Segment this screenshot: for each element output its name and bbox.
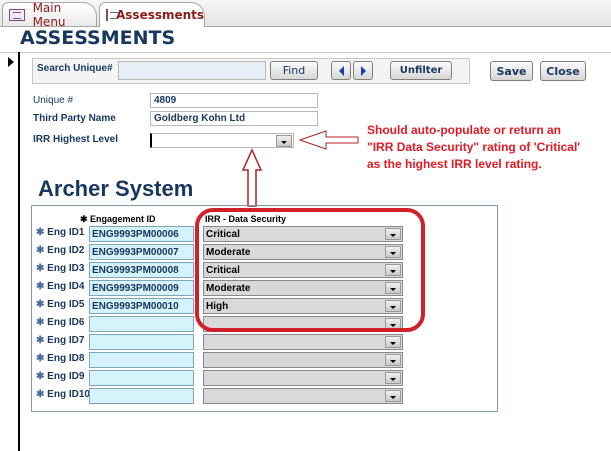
- engagement-id-field[interactable]: [89, 388, 194, 404]
- row-label: ✱ Eng ID7: [36, 335, 84, 346]
- engagement-row: ✱ Eng ID7: [32, 334, 452, 350]
- new-record-icon: ✱: [36, 227, 45, 238]
- row-label: ✱ Eng ID5: [36, 299, 84, 310]
- next-record-button[interactable]: [353, 61, 373, 80]
- irr-data-security-combo[interactable]: [203, 334, 403, 350]
- engagement-id-field[interactable]: [89, 334, 194, 350]
- tab-label: Main Menu: [32, 0, 66, 29]
- arrow-left-icon: [338, 65, 344, 76]
- row-label: ✱ Eng ID8: [36, 353, 84, 364]
- row-label-text: Eng ID2: [47, 245, 85, 256]
- form-icon: [9, 8, 25, 21]
- previous-record-button[interactable]: [331, 61, 351, 80]
- irr-data-security-combo[interactable]: [203, 388, 403, 404]
- chevron-down-icon[interactable]: [276, 135, 292, 147]
- row-label-text: Eng ID3: [47, 263, 85, 274]
- engagement-id-field[interactable]: ENG9993PM00009: [89, 280, 194, 296]
- section-title: Archer System: [38, 176, 194, 201]
- new-record-icon: ✱: [36, 371, 45, 382]
- row-label-text: Eng ID9: [47, 371, 85, 382]
- chevron-down-icon[interactable]: [385, 372, 401, 384]
- irr-highest-combo[interactable]: [150, 133, 294, 148]
- new-record-icon: ✱: [36, 353, 45, 364]
- engagement-row: ✱ Eng ID9: [32, 370, 452, 386]
- tab-label: Assessments: [116, 8, 205, 22]
- engagement-id-header-label: Engagement ID: [90, 214, 156, 224]
- engagement-id-header: ✱ Engagement ID: [80, 214, 156, 224]
- form-icon: [106, 9, 118, 21]
- row-label: ✱ Eng ID10: [36, 389, 90, 400]
- row-label: ✱ Eng ID9: [36, 371, 84, 382]
- tab-main-menu[interactable]: Main Menu: [2, 0, 97, 29]
- new-record-icon: ✱: [36, 317, 45, 328]
- engagement-id-field[interactable]: [89, 370, 194, 386]
- find-button[interactable]: Find: [270, 61, 318, 80]
- arrow-right-icon: [360, 65, 366, 76]
- row-label: ✱ Eng ID3: [36, 263, 84, 274]
- engagement-id-field[interactable]: [89, 316, 194, 332]
- row-label: ✱ Eng ID1: [36, 227, 84, 238]
- new-record-icon: ✱: [36, 335, 45, 346]
- row-label-text: Eng ID4: [47, 281, 85, 292]
- engagement-row: ✱ Eng ID8: [32, 352, 452, 368]
- close-button[interactable]: Close: [540, 61, 586, 81]
- row-label: ✱ Eng ID2: [36, 245, 84, 256]
- new-record-icon: ✱: [36, 281, 45, 292]
- unique-label: Unique #: [33, 95, 74, 106]
- irr-data-security-combo[interactable]: [203, 370, 403, 386]
- engagement-id-field[interactable]: ENG9993PM00007: [89, 244, 194, 260]
- chevron-down-icon[interactable]: [385, 354, 401, 366]
- row-label-text: Eng ID1: [47, 227, 85, 238]
- divider: [0, 52, 611, 53]
- search-label: Search Unique#: [37, 63, 113, 74]
- engagement-id-field[interactable]: ENG9993PM00010: [89, 298, 194, 314]
- unique-field[interactable]: 4809: [150, 93, 318, 108]
- third-party-field[interactable]: Goldberg Kohn Ltd: [150, 111, 318, 126]
- row-label-text: Eng ID6: [47, 317, 85, 328]
- new-record-icon: ✱: [36, 263, 45, 274]
- search-input[interactable]: [118, 61, 266, 80]
- annotation-note: Should auto-populate or return an "IRR D…: [367, 123, 581, 171]
- chevron-down-icon[interactable]: [385, 390, 401, 402]
- row-label: ✱ Eng ID4: [36, 281, 84, 292]
- tab-assessments[interactable]: Assessments: [99, 2, 205, 27]
- engagement-id-field[interactable]: ENG9993PM00008: [89, 262, 194, 278]
- arrow-left-annotation-icon: [298, 130, 359, 150]
- new-record-icon: ✱: [36, 389, 45, 400]
- page-title: ASSESSMENTS: [20, 27, 176, 49]
- chevron-down-icon[interactable]: [385, 336, 401, 348]
- row-label: ✱ Eng ID6: [36, 317, 84, 328]
- current-record-icon[interactable]: [8, 57, 14, 67]
- row-label-text: Eng ID5: [47, 299, 85, 310]
- engagement-id-field[interactable]: ENG9993PM00006: [89, 226, 194, 242]
- engagement-row: ✱ Eng ID10: [32, 388, 452, 404]
- highlight-annotation: [195, 208, 425, 332]
- irr-data-security-combo[interactable]: [203, 352, 403, 368]
- row-label-text: Eng ID8: [47, 353, 85, 364]
- row-label-text: Eng ID7: [47, 335, 85, 346]
- arrow-up-annotation-icon: [241, 148, 263, 207]
- third-party-label: Third Party Name: [33, 113, 116, 124]
- engagement-id-field[interactable]: [89, 352, 194, 368]
- unfilter-button[interactable]: Unfilter: [390, 61, 452, 80]
- save-button[interactable]: Save: [490, 61, 533, 81]
- new-record-icon: ✱: [36, 299, 45, 310]
- record-selector-border: [18, 52, 20, 451]
- row-label-text: Eng ID10: [47, 389, 90, 400]
- new-record-icon: ✱: [36, 245, 45, 256]
- irr-highest-label: IRR Highest Level: [33, 134, 119, 145]
